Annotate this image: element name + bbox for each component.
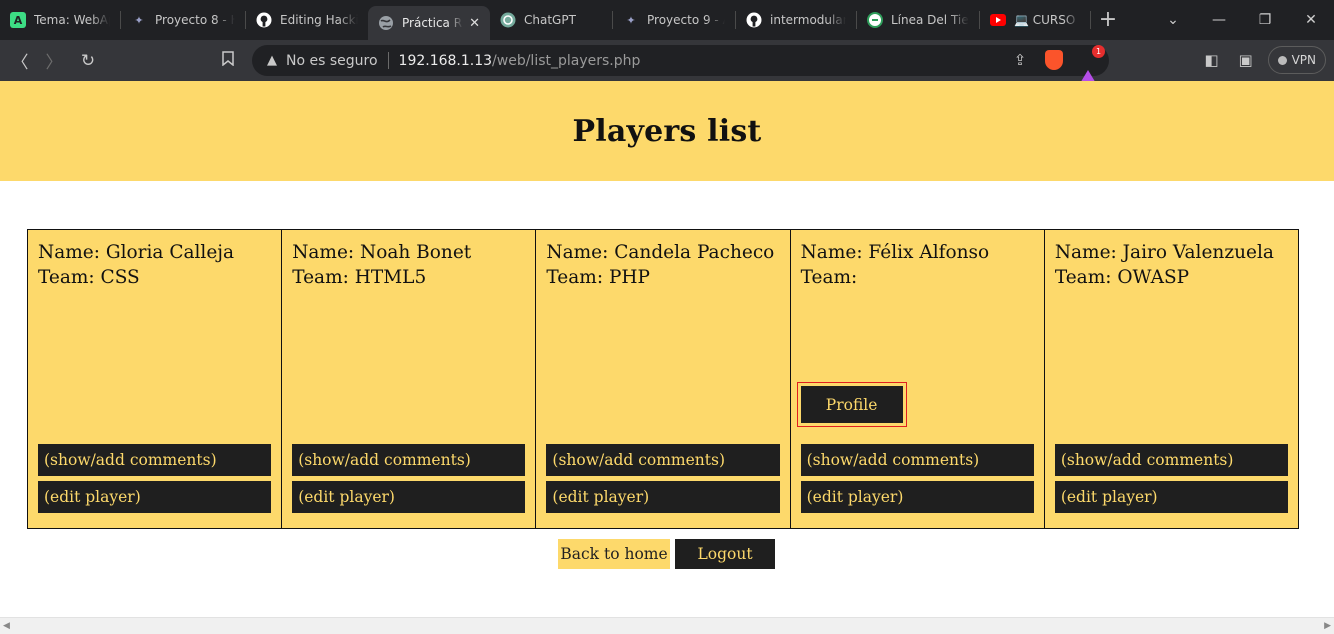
page-header: Players list xyxy=(0,81,1334,181)
player-team: Team: PHP xyxy=(546,267,650,288)
edit-player-link[interactable]: (edit player) xyxy=(292,481,526,513)
player-name: Name: Gloria Calleja xyxy=(38,242,235,263)
player-card: Name: Candela Pacheco Team: PHP (show/ad… xyxy=(536,230,791,528)
player-card: Name: Noah Bonet Team: HTML5 (show/add c… xyxy=(282,230,537,528)
player-card: Name: Félix Alfonso Team: Profile (show/… xyxy=(791,230,1045,528)
reload-icon[interactable]: ↻ xyxy=(71,51,105,71)
share-icon[interactable]: ⇪ xyxy=(1009,49,1031,71)
tab-search-chevron-icon[interactable]: ⌄ xyxy=(1150,12,1196,28)
url-path: /web/list_players.php xyxy=(492,52,641,69)
player-team: Team: OWASP xyxy=(1054,267,1190,288)
globe-icon xyxy=(378,15,394,31)
edit-player-link[interactable]: (edit player) xyxy=(38,481,272,513)
browser-tab[interactable]: 💻 CURSO DE xyxy=(980,0,1090,40)
close-tab-icon[interactable]: ✕ xyxy=(469,16,480,31)
browser-tab[interactable]: ChatGPT xyxy=(490,0,612,40)
github-icon xyxy=(256,12,272,28)
moodle-icon: ✦ xyxy=(626,13,636,27)
youtube-icon xyxy=(990,12,1006,28)
chatgpt-icon xyxy=(500,12,516,28)
moodle-icon: ✦ xyxy=(134,13,144,27)
new-tab-icon[interactable]: + xyxy=(1091,0,1125,40)
profile-button[interactable]: Profile xyxy=(800,386,903,423)
player-team: Team: CSS xyxy=(38,267,140,288)
player-card: Name: Gloria Calleja Team: CSS (show/add… xyxy=(28,230,283,528)
android-studio-icon: A xyxy=(10,12,26,28)
github-icon xyxy=(746,12,762,28)
wallet-icon[interactable]: ▣ xyxy=(1234,51,1258,69)
player-team: Team: xyxy=(800,267,858,288)
browser-toolbar: 〈 〉 ↻ ▲ No es seguro 192.168.1.13 /web/l… xyxy=(0,40,1334,85)
profile-highlight: Profile xyxy=(796,382,907,427)
security-status[interactable]: No es seguro xyxy=(286,53,378,69)
edit-player-link[interactable]: (edit player) xyxy=(546,481,780,513)
show-add-comments-link[interactable]: (show/add comments) xyxy=(38,444,272,476)
edit-player-link[interactable]: (edit player) xyxy=(1054,481,1289,513)
restore-icon[interactable]: ❐ xyxy=(1242,12,1288,28)
logout-button[interactable]: Logout xyxy=(675,539,775,569)
back-to-home-button[interactable]: Back to home xyxy=(558,539,670,569)
player-name: Name: Jairo Valenzuela xyxy=(1054,242,1274,263)
browser-tab[interactable]: ✦ Proyecto 9 - A xyxy=(613,0,735,40)
browser-tab[interactable]: Línea Del Tiem xyxy=(857,0,979,40)
vpn-button[interactable]: VPN xyxy=(1267,46,1326,74)
scroll-left-icon[interactable]: ◀ xyxy=(3,621,10,631)
brave-rewards-icon[interactable]: 1 xyxy=(1077,45,1105,85)
url-host: 192.168.1.13 xyxy=(398,52,493,69)
browser-tab-active[interactable]: Práctica R ✕ xyxy=(368,6,490,40)
page-title: Players list xyxy=(572,113,762,149)
browser-tab[interactable]: Editing Hacking xyxy=(246,0,368,40)
browser-tab[interactable]: ✦ Proyecto 8 - H xyxy=(121,0,245,40)
browser-tab[interactable]: intermodular_ xyxy=(736,0,856,40)
brave-shields-icon[interactable] xyxy=(1043,49,1065,71)
show-add-comments-link[interactable]: (show/add comments) xyxy=(800,444,1034,476)
edit-player-link[interactable]: (edit player) xyxy=(800,481,1034,513)
close-window-icon[interactable]: ✕ xyxy=(1288,12,1334,28)
browser-tab-strip: A Tema: WebApp ✦ Proyecto 8 - H Editing … xyxy=(0,0,1334,40)
player-name: Name: Candela Pacheco xyxy=(546,242,775,263)
timeline-icon xyxy=(867,12,883,28)
show-add-comments-link[interactable]: (show/add comments) xyxy=(1054,444,1289,476)
address-bar[interactable]: ▲ No es seguro 192.168.1.13 /web/list_pl… xyxy=(252,45,1109,85)
browser-tab[interactable]: A Tema: WebApp xyxy=(0,0,120,40)
vpn-status-icon xyxy=(1277,55,1287,65)
warning-icon[interactable]: ▲ xyxy=(264,53,280,68)
rewards-badge: 1 xyxy=(1092,45,1105,58)
player-team: Team: HTML5 xyxy=(292,267,427,288)
minimize-icon[interactable]: — xyxy=(1196,12,1242,28)
show-add-comments-link[interactable]: (show/add comments) xyxy=(292,444,526,476)
horizontal-scrollbar[interactable]: ◀ ▶ xyxy=(0,617,1334,634)
show-add-comments-link[interactable]: (show/add comments) xyxy=(546,444,780,476)
sidebar-toggle-icon[interactable]: ◧ xyxy=(1200,51,1224,69)
player-name: Name: Noah Bonet xyxy=(292,242,472,263)
players-list: Name: Gloria Calleja Team: CSS (show/add… xyxy=(27,229,1299,529)
page-viewport: Players list Name: Gloria Calleja Team: … xyxy=(0,81,1334,617)
scroll-right-icon[interactable]: ▶ xyxy=(1324,621,1331,631)
back-arrow-icon[interactable]: 〈 xyxy=(3,48,37,73)
forward-arrow-icon[interactable]: 〉 xyxy=(37,48,71,73)
footer-actions: Back to home Logout xyxy=(558,539,775,569)
player-card: Name: Jairo Valenzuela Team: OWASP (show… xyxy=(1045,230,1298,528)
bookmark-icon[interactable] xyxy=(211,50,245,71)
window-controls: ⌄ — ❐ ✕ xyxy=(1150,0,1334,40)
player-name: Name: Félix Alfonso xyxy=(800,242,990,263)
